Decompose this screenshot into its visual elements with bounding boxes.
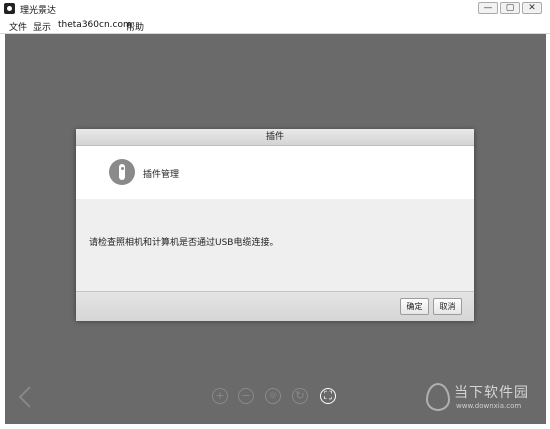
menu-view[interactable]: 显示	[33, 20, 51, 33]
maximize-button[interactable]: ▢	[500, 2, 520, 14]
camera-plugin-icon	[109, 159, 135, 185]
previous-arrow-icon[interactable]	[16, 385, 36, 409]
brightness-icon[interactable]: ☼	[265, 388, 281, 404]
rotate-icon[interactable]: ↻	[292, 388, 308, 404]
watermark-logo-icon	[426, 383, 450, 411]
watermark-url: www.downxia.com	[456, 402, 522, 410]
menu-bar: 文件 显示 theta360cn.com 帮助	[0, 18, 550, 34]
cancel-button[interactable]: 取消	[433, 298, 462, 315]
window-titlebar: 理光景达 — ▢ ✕	[0, 0, 550, 18]
dialog-footer: 确定 取消	[76, 291, 474, 321]
app-logo-icon	[4, 3, 15, 14]
dialog-title: 插件	[76, 129, 474, 146]
zoom-in-icon[interactable]: +	[212, 388, 228, 404]
dialog-body: 请检查照相机和计算机是否通过USB电缆连接。	[76, 199, 474, 291]
plugin-dialog: 插件 插件管理 请检查照相机和计算机是否通过USB电缆连接。 确定 取消	[76, 129, 474, 321]
menu-file[interactable]: 文件	[9, 20, 27, 33]
minimize-button[interactable]: —	[478, 2, 498, 14]
dialog-header: 插件管理	[76, 146, 474, 199]
watermark: 当下软件园 www.downxia.com	[424, 380, 546, 420]
watermark-text: 当下软件园	[454, 385, 529, 401]
ok-button[interactable]: 确定	[400, 298, 429, 315]
window-title: 理光景达	[20, 6, 57, 16]
zoom-out-icon[interactable]: −	[238, 388, 254, 404]
menu-website[interactable]: theta360cn.com	[58, 20, 132, 30]
close-button[interactable]: ✕	[522, 2, 542, 14]
fullscreen-icon[interactable]: ⛶	[320, 388, 336, 404]
plugin-manager-label: 插件管理	[143, 170, 180, 180]
connection-message: 请检查照相机和计算机是否通过USB电缆连接。	[89, 238, 279, 248]
menu-help[interactable]: 帮助	[126, 20, 144, 33]
